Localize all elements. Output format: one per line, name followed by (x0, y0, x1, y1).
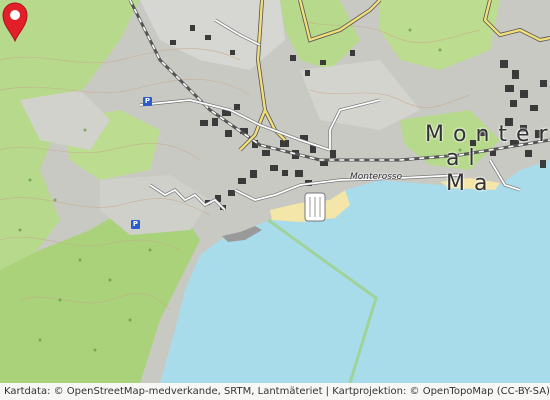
town-name-line2: al Ma (446, 146, 497, 196)
parking-icon[interactable]: P (143, 97, 152, 106)
street-label: Monterosso (350, 172, 403, 182)
town-name-line1: Montero (425, 122, 550, 147)
parking-icon[interactable]: P (131, 220, 140, 229)
map-attribution: Kartdata: © OpenStreetMap-medverkande, S… (0, 383, 550, 400)
map-pin-icon[interactable] (0, 0, 30, 42)
map-viewport[interactable]: Montero al Ma Monterosso P P Kartdata: ©… (0, 0, 550, 400)
map-tiles (0, 0, 550, 400)
